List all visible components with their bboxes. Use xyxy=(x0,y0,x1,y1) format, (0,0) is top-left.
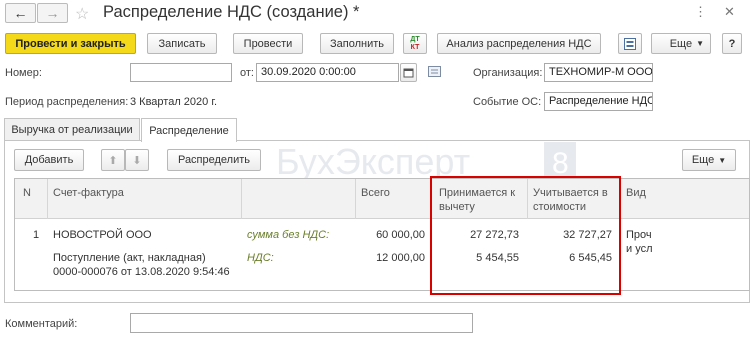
row-vat-label: НДС: xyxy=(247,252,274,264)
comment-field[interactable] xyxy=(130,313,473,333)
header-type: Вид xyxy=(626,187,646,199)
calendar-button[interactable] xyxy=(400,63,417,82)
tab-distribution[interactable]: Распределение xyxy=(141,118,237,142)
close-icon: ✕ xyxy=(724,4,735,19)
vat-analysis-button[interactable]: Анализ распределения НДС xyxy=(437,33,601,54)
report-button[interactable] xyxy=(618,33,642,54)
document-icon xyxy=(428,66,441,77)
date-field[interactable]: 30.09.2020 0:00:00 xyxy=(256,63,399,82)
ellipsis-icon: ⋮ xyxy=(694,4,707,19)
row-document-line2: 0000-000076 от 13.08.2020 9:54:46 xyxy=(53,266,230,278)
organization-label: Организация: xyxy=(473,67,543,79)
dropdown-arrow-icon: ▼ xyxy=(696,39,704,48)
row-type-line1: Проч xyxy=(626,229,652,241)
header-n: N xyxy=(23,187,31,199)
row-amount-label: сумма без НДС: xyxy=(247,229,330,241)
table-header: N Счет-фактура Всего Принимается к вычет… xyxy=(15,179,749,219)
event-field[interactable]: Распределение НДС xyxy=(544,92,653,111)
more-options-button[interactable]: ⋮ xyxy=(694,4,707,20)
forward-button[interactable]: → xyxy=(37,3,68,23)
favorite-star-button[interactable]: ☆ xyxy=(75,4,89,24)
fill-button[interactable]: Заполнить xyxy=(320,33,394,54)
header-total: Всего xyxy=(361,187,390,199)
report-icon xyxy=(624,37,636,50)
row-total-vat: 12 000,00 xyxy=(376,252,425,264)
row-number: 1 xyxy=(33,229,40,241)
toolbar-more-label: Еще xyxy=(669,37,693,50)
window-title: Распределение НДС (создание) * xyxy=(103,3,360,21)
dt-kt-icon-bottom: КТ xyxy=(410,43,420,51)
highlight-frame xyxy=(430,176,621,295)
star-icon: ☆ xyxy=(75,6,90,23)
move-down-button[interactable]: ⬇ xyxy=(125,149,149,171)
row-total-amount: 60 000,00 xyxy=(376,229,425,241)
attachment-button[interactable] xyxy=(428,66,441,80)
period-label: Период распределения: xyxy=(5,96,129,108)
number-label: Номер: xyxy=(5,67,42,79)
date-label: от: xyxy=(240,67,254,79)
organization-field[interactable]: ТЕХНОМИР-М ООО xyxy=(544,63,653,82)
table-more-button[interactable]: Еще ▼ xyxy=(682,149,736,171)
arrow-up-icon: ⬆ xyxy=(108,154,118,167)
help-button[interactable]: ? xyxy=(722,33,742,54)
distribution-table[interactable]: N Счет-фактура Всего Принимается к вычет… xyxy=(14,178,750,291)
comment-label: Комментарий: xyxy=(5,318,78,330)
arrow-left-icon: ← xyxy=(13,5,28,21)
back-button[interactable]: ← xyxy=(5,3,36,23)
distribute-button[interactable]: Распределить xyxy=(167,149,261,171)
event-label: Событие ОС: xyxy=(473,96,542,108)
row-document-line1: Поступление (акт, накладная) xyxy=(53,252,206,264)
close-button[interactable]: ✕ xyxy=(724,4,735,20)
tab-revenue[interactable]: Выручка от реализации xyxy=(4,118,140,140)
post-button[interactable]: Провести xyxy=(233,33,303,54)
period-value: 3 Квартал 2020 г. xyxy=(130,96,218,108)
table-more-label: Еще xyxy=(691,154,715,166)
row-type-line2: и усл xyxy=(626,243,653,255)
post-and-close-button[interactable]: Провести и закрыть xyxy=(5,33,136,54)
dt-kt-icon-top: ДТ xyxy=(410,35,420,43)
header-invoice: Счет-фактура xyxy=(53,187,124,199)
dropdown-arrow-icon: ▼ xyxy=(718,155,727,165)
dt-kt-postings-button[interactable]: ДТ КТ xyxy=(403,33,427,54)
calendar-icon xyxy=(403,68,414,78)
save-button[interactable]: Записать xyxy=(147,33,217,54)
add-row-button[interactable]: Добавить xyxy=(14,149,84,171)
arrow-right-icon: → xyxy=(45,5,60,21)
move-up-button[interactable]: ⬆ xyxy=(101,149,125,171)
arrow-down-icon: ⬇ xyxy=(132,154,142,167)
number-field[interactable] xyxy=(130,63,232,82)
row-counterparty: НОВОСТРОЙ ООО xyxy=(53,229,152,241)
toolbar-more-button[interactable]: Еще ▼ xyxy=(651,33,711,54)
